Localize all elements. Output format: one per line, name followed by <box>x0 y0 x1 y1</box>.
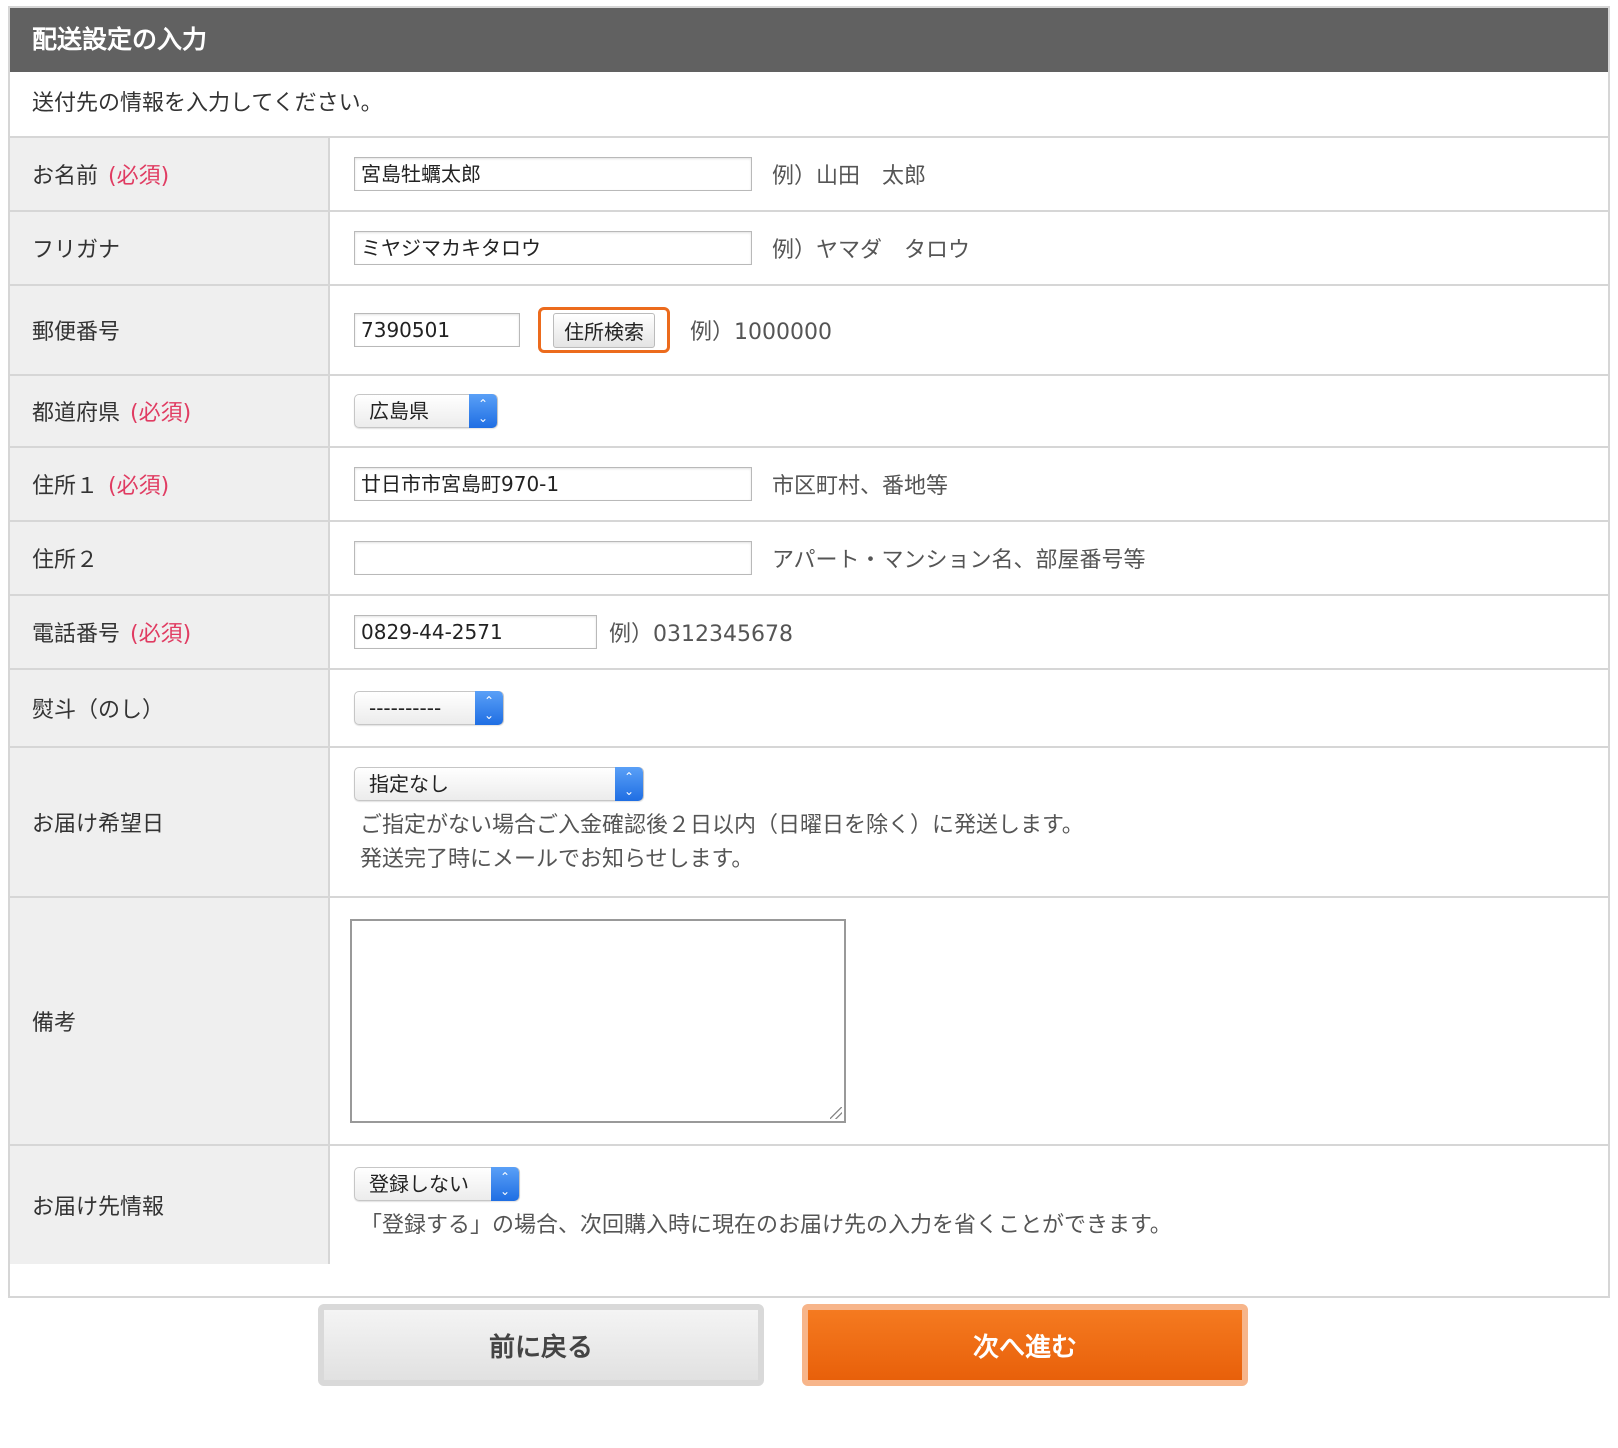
label-cell-prefecture: 都道府県 (必須) <box>10 376 330 446</box>
delivery-date-label: お届け希望日 <box>32 812 165 837</box>
address-search-button[interactable]: 住所検索 <box>538 307 670 353</box>
label-cell-remarks: 備考 <box>10 898 330 1144</box>
prefecture-select[interactable]: 広島県 ⌃ ⌄ <box>354 394 498 428</box>
required-mark: (必須) <box>108 164 170 189</box>
row-noshi: 熨斗（のし） ---------- ⌃ ⌄ <box>10 670 1608 748</box>
delivery-date-selected: 指定なし <box>369 772 449 796</box>
noshi-selected: ---------- <box>369 696 442 720</box>
row-delivery-date: お届け希望日 指定なし ⌃ ⌄ ご指定がない場合ご入金確認後２日以内（日曜日を除く… <box>10 748 1608 898</box>
row-postal: 郵便番号 7390501 住所検索 例）1000000 <box>10 286 1608 376</box>
phone-label: 電話番号 <box>32 622 121 647</box>
row-address2: 住所２ アパート・マンション名、部屋番号等 <box>10 522 1608 596</box>
label-cell-delivery-date: お届け希望日 <box>10 748 330 896</box>
value-cell-address-info: 登録しない ⌃ ⌄ 「登録する」の場合、次回購入時に現在のお届け先の入力を省くこと… <box>330 1146 1608 1264</box>
prefecture-label: 都道府県 <box>32 401 121 426</box>
address-info-selected: 登録しない <box>369 1172 469 1196</box>
value-cell-address1: 廿日市市宮島町970-1 市区町村、番地等 <box>330 448 1608 520</box>
row-remarks: 備考 <box>10 898 1608 1146</box>
next-button[interactable]: 次へ進む <box>802 1304 1248 1386</box>
value-cell-delivery-date: 指定なし ⌃ ⌄ ご指定がない場合ご入金確認後２日以内（日曜日を除く）に発送します… <box>330 748 1608 896</box>
intro-text: 送付先の情報を入力してください。 <box>10 72 1608 138</box>
label-cell-postal: 郵便番号 <box>10 286 330 374</box>
row-phone: 電話番号 (必須) 0829-44-2571 例）0312345678 <box>10 596 1608 670</box>
select-updown-icon: ⌃ ⌄ <box>469 394 497 428</box>
required-mark: (必須) <box>130 622 192 647</box>
label-cell-furigana: フリガナ <box>10 212 330 284</box>
row-furigana: フリガナ ミヤジマカキタロウ 例）ヤマダ タロウ <box>10 212 1608 286</box>
address-info-select[interactable]: 登録しない ⌃ ⌄ <box>354 1167 520 1201</box>
name-input[interactable]: 宮島牡蠣太郎 <box>354 157 752 191</box>
delivery-note-line2: 発送完了時にメールでお知らせします。 <box>360 847 754 872</box>
name-label: お名前 <box>32 164 99 189</box>
label-cell-address-info: お届け先情報 <box>10 1146 330 1264</box>
value-cell-noshi: ---------- ⌃ ⌄ <box>330 670 1608 746</box>
postal-label: 郵便番号 <box>32 320 121 345</box>
label-cell-noshi: 熨斗（のし） <box>10 670 330 746</box>
select-updown-icon: ⌃ ⌄ <box>475 691 503 725</box>
form-actions: 前に戻る 次へ進む <box>0 1304 1618 1388</box>
delivery-note: ご指定がない場合ご入金確認後２日以内（日曜日を除く）に発送します。 発送完了時に… <box>354 809 1084 877</box>
value-cell-name: 宮島牡蠣太郎 例）山田 太郎 <box>330 138 1608 210</box>
phone-hint: 例）0312345678 <box>609 622 793 647</box>
address1-hint: 市区町村、番地等 <box>772 474 949 499</box>
remarks-textarea[interactable] <box>350 919 846 1123</box>
remarks-label: 備考 <box>32 1011 77 1036</box>
address2-hint: アパート・マンション名、部屋番号等 <box>772 548 1146 573</box>
address1-input[interactable]: 廿日市市宮島町970-1 <box>354 467 752 501</box>
address1-label: 住所１ <box>32 474 99 499</box>
postal-code-input[interactable]: 7390501 <box>354 313 520 347</box>
furigana-input[interactable]: ミヤジマカキタロウ <box>354 231 752 265</box>
address-info-note: 「登録する」の場合、次回購入時に現在のお届け先の入力を省くことができます。 <box>360 1213 1172 1238</box>
label-cell-phone: 電話番号 (必須) <box>10 596 330 668</box>
address-search-label: 住所検索 <box>553 312 655 348</box>
select-updown-icon: ⌃ ⌄ <box>615 767 643 801</box>
row-address-info: お届け先情報 登録しない ⌃ ⌄ 「登録する」の場合、次回購入時に現在のお届け先の… <box>10 1146 1608 1264</box>
row-prefecture: 都道府県 (必須) 広島県 ⌃ ⌄ <box>10 376 1608 448</box>
required-mark: (必須) <box>108 474 170 499</box>
value-cell-furigana: ミヤジマカキタロウ 例）ヤマダ タロウ <box>330 212 1608 284</box>
panel-title: 配送設定の入力 <box>10 8 1608 72</box>
delivery-note-line1: ご指定がない場合ご入金確認後２日以内（日曜日を除く）に発送します。 <box>360 813 1084 838</box>
value-cell-phone: 0829-44-2571 例）0312345678 <box>330 596 1608 668</box>
resize-grip-icon[interactable] <box>830 1107 842 1119</box>
address-info-label: お届け先情報 <box>32 1195 165 1220</box>
label-cell-name: お名前 (必須) <box>10 138 330 210</box>
select-updown-icon: ⌃ ⌄ <box>491 1167 519 1201</box>
row-address1: 住所１ (必須) 廿日市市宮島町970-1 市区町村、番地等 <box>10 448 1608 522</box>
label-cell-address2: 住所２ <box>10 522 330 594</box>
noshi-select[interactable]: ---------- ⌃ ⌄ <box>354 691 504 725</box>
value-cell-remarks <box>330 898 1608 1144</box>
furigana-hint: 例）ヤマダ タロウ <box>772 238 971 263</box>
label-cell-address1: 住所１ (必須) <box>10 448 330 520</box>
row-name: お名前 (必須) 宮島牡蠣太郎 例）山田 太郎 <box>10 138 1608 212</box>
prefecture-selected: 広島県 <box>369 399 429 423</box>
name-hint: 例）山田 太郎 <box>772 164 927 189</box>
phone-input[interactable]: 0829-44-2571 <box>354 615 597 649</box>
postal-hint: 例）1000000 <box>690 320 832 345</box>
furigana-label: フリガナ <box>32 238 121 263</box>
back-button[interactable]: 前に戻る <box>318 1304 764 1386</box>
value-cell-postal: 7390501 住所検索 例）1000000 <box>330 286 1608 374</box>
shipping-form-panel: 配送設定の入力 送付先の情報を入力してください。 お名前 (必須) 宮島牡蠣太郎… <box>8 6 1610 1298</box>
value-cell-prefecture: 広島県 ⌃ ⌄ <box>330 376 1608 446</box>
value-cell-address2: アパート・マンション名、部屋番号等 <box>330 522 1608 594</box>
delivery-date-select[interactable]: 指定なし ⌃ ⌄ <box>354 767 644 801</box>
address2-label: 住所２ <box>32 548 99 573</box>
address2-input[interactable] <box>354 541 752 575</box>
required-mark: (必須) <box>130 401 192 426</box>
noshi-label: 熨斗（のし） <box>32 698 165 723</box>
